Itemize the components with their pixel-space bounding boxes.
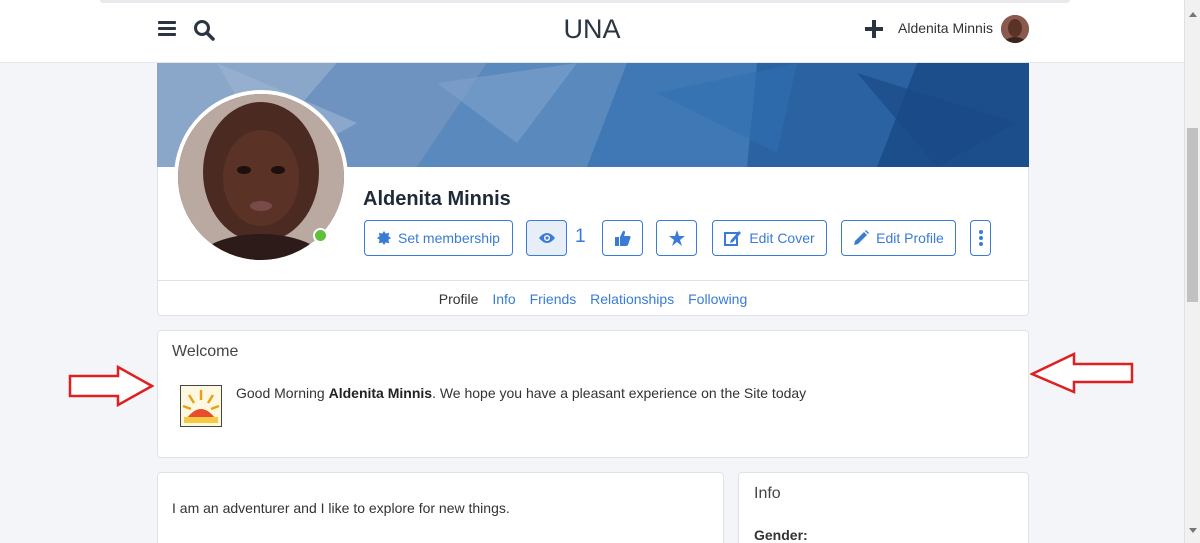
- more-options-button[interactable]: [970, 220, 991, 256]
- add-icon[interactable]: [864, 19, 884, 39]
- like-button[interactable]: [602, 220, 643, 256]
- info-title: Info: [754, 485, 781, 502]
- search-icon[interactable]: [193, 19, 215, 41]
- greeting-name: Aldenita Minnis: [328, 385, 433, 401]
- right-arrow-annotation: [68, 364, 155, 408]
- profile-name: Aldenita Minnis: [363, 188, 511, 210]
- scroll-up-icon[interactable]: [1189, 12, 1197, 17]
- star-icon: [668, 230, 685, 246]
- account-name[interactable]: Aldenita Minnis: [898, 20, 993, 36]
- greeting-suffix: . We hope you have a pleasant experience…: [432, 385, 807, 401]
- views-button[interactable]: [526, 220, 567, 256]
- online-status-indicator: [313, 228, 328, 243]
- gender-label: Gender:: [754, 527, 808, 543]
- sunrise-icon: [180, 385, 222, 427]
- scroll-down-icon[interactable]: [1189, 528, 1197, 533]
- edit-cover-label: Edit Cover: [749, 230, 815, 246]
- thumbs-up-icon: [614, 230, 630, 246]
- account-avatar[interactable]: [1001, 15, 1029, 43]
- profile-nav: Profile Info Friends Relationships Follo…: [157, 280, 1029, 316]
- tab-info[interactable]: Info: [492, 291, 515, 307]
- about-text: I am an adventurer and I like to explore…: [172, 500, 510, 516]
- tab-friends[interactable]: Friends: [530, 291, 577, 307]
- browser-tab-bar: [100, 0, 1070, 3]
- welcome-title: Welcome: [172, 343, 239, 360]
- welcome-message: Good Morning Aldenita Minnis. We hope yo…: [236, 385, 806, 401]
- edit-cover-button[interactable]: Edit Cover: [712, 220, 827, 256]
- site-logo[interactable]: UNA: [540, 14, 644, 45]
- tab-following[interactable]: Following: [688, 291, 747, 307]
- set-membership-label: Set membership: [398, 230, 500, 246]
- set-membership-button[interactable]: Set membership: [364, 220, 513, 256]
- vertical-dots-icon: [978, 230, 983, 246]
- edit-profile-button[interactable]: Edit Profile: [841, 220, 956, 256]
- page-scrollbar[interactable]: [1184, 0, 1200, 543]
- tab-relationships[interactable]: Relationships: [590, 291, 674, 307]
- tab-profile[interactable]: Profile: [439, 291, 479, 307]
- membership-badge-icon: [377, 231, 392, 245]
- eye-icon: [538, 233, 555, 243]
- menu-icon[interactable]: [158, 21, 176, 37]
- greeting-prefix: Good Morning: [236, 385, 329, 401]
- edit-square-icon: [724, 231, 742, 246]
- edit-profile-label: Edit Profile: [876, 230, 944, 246]
- scrollbar-thumb[interactable]: [1187, 128, 1198, 302]
- pencil-icon: [854, 230, 870, 245]
- favorite-button[interactable]: [656, 220, 697, 256]
- views-count: 1: [575, 226, 586, 247]
- left-arrow-annotation: [1028, 352, 1134, 396]
